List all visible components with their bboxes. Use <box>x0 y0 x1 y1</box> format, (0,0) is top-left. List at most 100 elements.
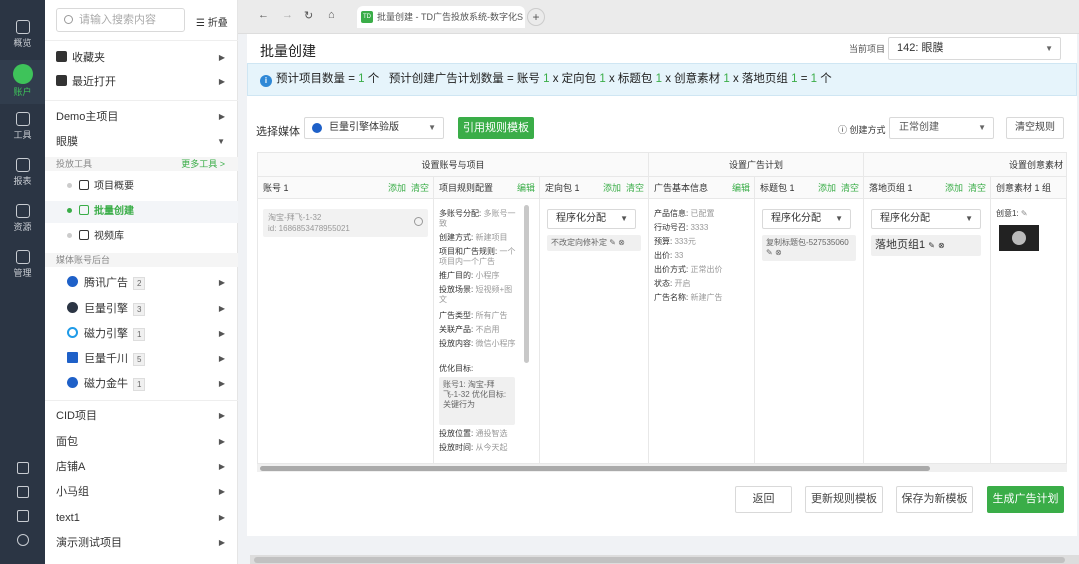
tools-section: 投放工具 更多工具 > <box>45 157 238 171</box>
sidebar-item-video-library[interactable]: 视频库 <box>45 226 238 248</box>
forward-arrow-icon[interactable]: → <box>282 9 293 21</box>
title-add-link[interactable]: 添加 <box>818 183 836 193</box>
project-rule-edit-link[interactable]: 编辑 <box>517 177 535 198</box>
account-add-link[interactable]: 添加 <box>388 183 406 193</box>
title-tag[interactable]: 复制标题包-527535060 ✎ ⊗ <box>762 235 856 261</box>
create-mode-select[interactable]: 正常创建 ▼ <box>889 117 994 139</box>
ad-name: 广告名称: 新建广告 <box>654 293 723 302</box>
media-kuaishou[interactable]: 磁力引擎 1 ▶ <box>45 322 238 346</box>
ad-basic-edit-link[interactable]: 编辑 <box>732 177 750 198</box>
media-tencent[interactable]: 腾讯广告 2 ▶ <box>45 271 238 295</box>
divider <box>45 400 238 401</box>
info-icon: i <box>260 75 272 87</box>
close-icon[interactable]: ⊗ <box>938 241 945 250</box>
sidebar-item-project-summary[interactable]: 项目概要 <box>45 176 238 198</box>
new-tab-button[interactable]: + <box>527 8 545 26</box>
sidebar-shop-a[interactable]: 店铺A ▶ <box>45 455 238 479</box>
ad-basic-column: 产品信息: 已配置 行动号召: 3333 预算: 333元 出价: 33 出价方… <box>649 199 755 463</box>
edit-icon[interactable]: ✎ <box>1021 209 1028 218</box>
rail-account[interactable]: 账户 <box>0 60 45 104</box>
rule-scrollbar[interactable] <box>524 205 529 363</box>
sidebar: 请输入搜索内容 ☰ 折叠 收藏夹 ▶ 最近打开 ▶ Demo主项目 ▶ 眼膜 ▼ 投放工… <box>45 0 238 564</box>
back-arrow-icon[interactable]: ← <box>258 9 269 21</box>
jinniu-icon <box>67 377 78 388</box>
rail-resource[interactable]: 资源 <box>0 198 45 242</box>
download-icon[interactable] <box>0 505 45 529</box>
landing-alloc-select[interactable]: 程序化分配 ▼ <box>871 209 981 229</box>
sidebar-recent[interactable]: 最近打开 ▶ <box>45 70 238 94</box>
sidebar-favorites[interactable]: 收藏夹 ▶ <box>45 46 238 70</box>
screen-icon[interactable] <box>0 481 45 505</box>
chevron-right-icon: ▶ <box>218 411 225 420</box>
rail-overview[interactable]: 概览 <box>0 14 45 58</box>
col-header-account: 账号 1 添加 清空 <box>258 177 434 199</box>
tools-icon <box>15 112 30 126</box>
account-clear-link[interactable]: 清空 <box>411 183 429 193</box>
qr-icon[interactable] <box>0 457 45 481</box>
creative-thumbnail[interactable] <box>999 225 1039 251</box>
landing-clear-link[interactable]: 清空 <box>968 183 986 193</box>
targeting-tag[interactable]: 不改定向修补定 ✎ ⊗ <box>547 235 641 251</box>
chevron-down-icon: ▼ <box>978 123 986 132</box>
browser-tab[interactable]: TD 批量创建 - TD广告投放系统-数字化S <box>357 6 525 28</box>
overview-icon <box>15 20 30 34</box>
project-select[interactable]: 142: 眼膜 ▼ <box>888 37 1061 60</box>
page-horizontal-scrollbar[interactable] <box>250 555 1079 564</box>
search-input[interactable]: 请输入搜索内容 <box>56 8 185 32</box>
chevron-down-icon: ▼ <box>428 123 436 132</box>
more-tools-link[interactable]: 更多工具 > <box>181 157 225 171</box>
table-horizontal-scrollbar[interactable] <box>257 464 1067 472</box>
sidebar-horse-group[interactable]: 小马组 ▶ <box>45 480 238 504</box>
generate-ad-plan-button[interactable]: 生成广告计划 <box>987 486 1064 513</box>
close-icon[interactable]: ⊗ <box>775 248 782 257</box>
edit-icon[interactable]: ✎ <box>928 241 935 250</box>
chevron-right-icon: ▶ <box>218 462 225 471</box>
home-icon[interactable]: ⌂ <box>328 9 335 21</box>
media-oceanengine[interactable]: 巨量引擎 3 ▶ <box>45 297 238 321</box>
media-qianchuan[interactable]: 巨量千川 5 ▶ <box>45 347 238 371</box>
help-icon[interactable]: ⓘ <box>838 125 847 135</box>
landing-add-link[interactable]: 添加 <box>945 183 963 193</box>
title-alloc-select[interactable]: 程序化分配 ▼ <box>762 209 851 229</box>
chevron-right-icon: ▶ <box>218 53 225 62</box>
edit-icon[interactable]: ✎ <box>609 238 616 247</box>
save-template-button[interactable]: 保存为新模板 <box>896 486 973 513</box>
ad-product-info: 产品信息: 已配置 <box>654 209 715 218</box>
media-select[interactable]: 巨量引擎体验版 ▼ <box>304 117 444 139</box>
sidebar-text1[interactable]: text1 ▶ <box>45 506 238 530</box>
sidebar-demo-project[interactable]: Demo主项目 ▶ <box>45 105 238 129</box>
rail-report[interactable]: 报表 <box>0 152 45 196</box>
rail-tools[interactable]: 工具 <box>0 106 45 150</box>
chevron-right-icon: ▶ <box>218 437 225 446</box>
back-button[interactable]: 返回 <box>735 486 792 513</box>
rail-manage[interactable]: 管理 <box>0 244 45 288</box>
landing-group-tag[interactable]: 落地页组1 ✎ ⊗ <box>871 235 981 256</box>
qianchuan-icon <box>67 352 78 363</box>
edit-icon[interactable]: ✎ <box>766 248 773 257</box>
fold-button[interactable]: ☰ 折叠 <box>196 14 228 29</box>
update-template-button[interactable]: 更新规则模板 <box>805 486 883 513</box>
chevron-right-icon: ▶ <box>218 513 225 522</box>
targeting-alloc-select[interactable]: 程序化分配 ▼ <box>547 209 636 229</box>
targeting-add-link[interactable]: 添加 <box>603 183 621 193</box>
close-icon[interactable] <box>414 217 423 226</box>
reload-icon[interactable]: ↻ <box>304 9 313 22</box>
col-header-ad-basic: 广告基本信息 编辑 <box>649 177 755 199</box>
targeting-clear-link[interactable]: 清空 <box>626 183 644 193</box>
sidebar-bread[interactable]: 面包 ▶ <box>45 430 238 454</box>
summary-icon <box>79 180 89 190</box>
rule-related-product: 关联产品: 不启用 <box>439 325 500 334</box>
account-entry[interactable]: 淘宝-拜飞-1-32 id: 1686853478955021 <box>263 209 428 237</box>
sidebar-cid-project[interactable]: CID项目 ▶ <box>45 404 238 428</box>
close-icon[interactable]: ⊗ <box>618 238 625 247</box>
title-clear-link[interactable]: 清空 <box>841 183 859 193</box>
sidebar-demo-test[interactable]: 演示测试项目 ▶ <box>45 531 238 555</box>
user-icon[interactable] <box>0 529 45 553</box>
col-header-creative: 创意素材 1 组 <box>991 177 1066 199</box>
project-rule-column: 多账号分配: 多账号一致 创建方式: 新建项目 项目和广告规则: 一个项目内一个… <box>434 199 540 463</box>
media-jinniu[interactable]: 磁力金牛 1 ▶ <box>45 372 238 396</box>
clear-rules-button[interactable]: 清空规则 <box>1006 117 1064 139</box>
sidebar-item-batch-create[interactable]: 批量创建 <box>45 201 238 223</box>
sidebar-eye-project[interactable]: 眼膜 ▼ <box>45 130 238 154</box>
apply-template-button[interactable]: 引用规则模板 <box>458 117 534 139</box>
